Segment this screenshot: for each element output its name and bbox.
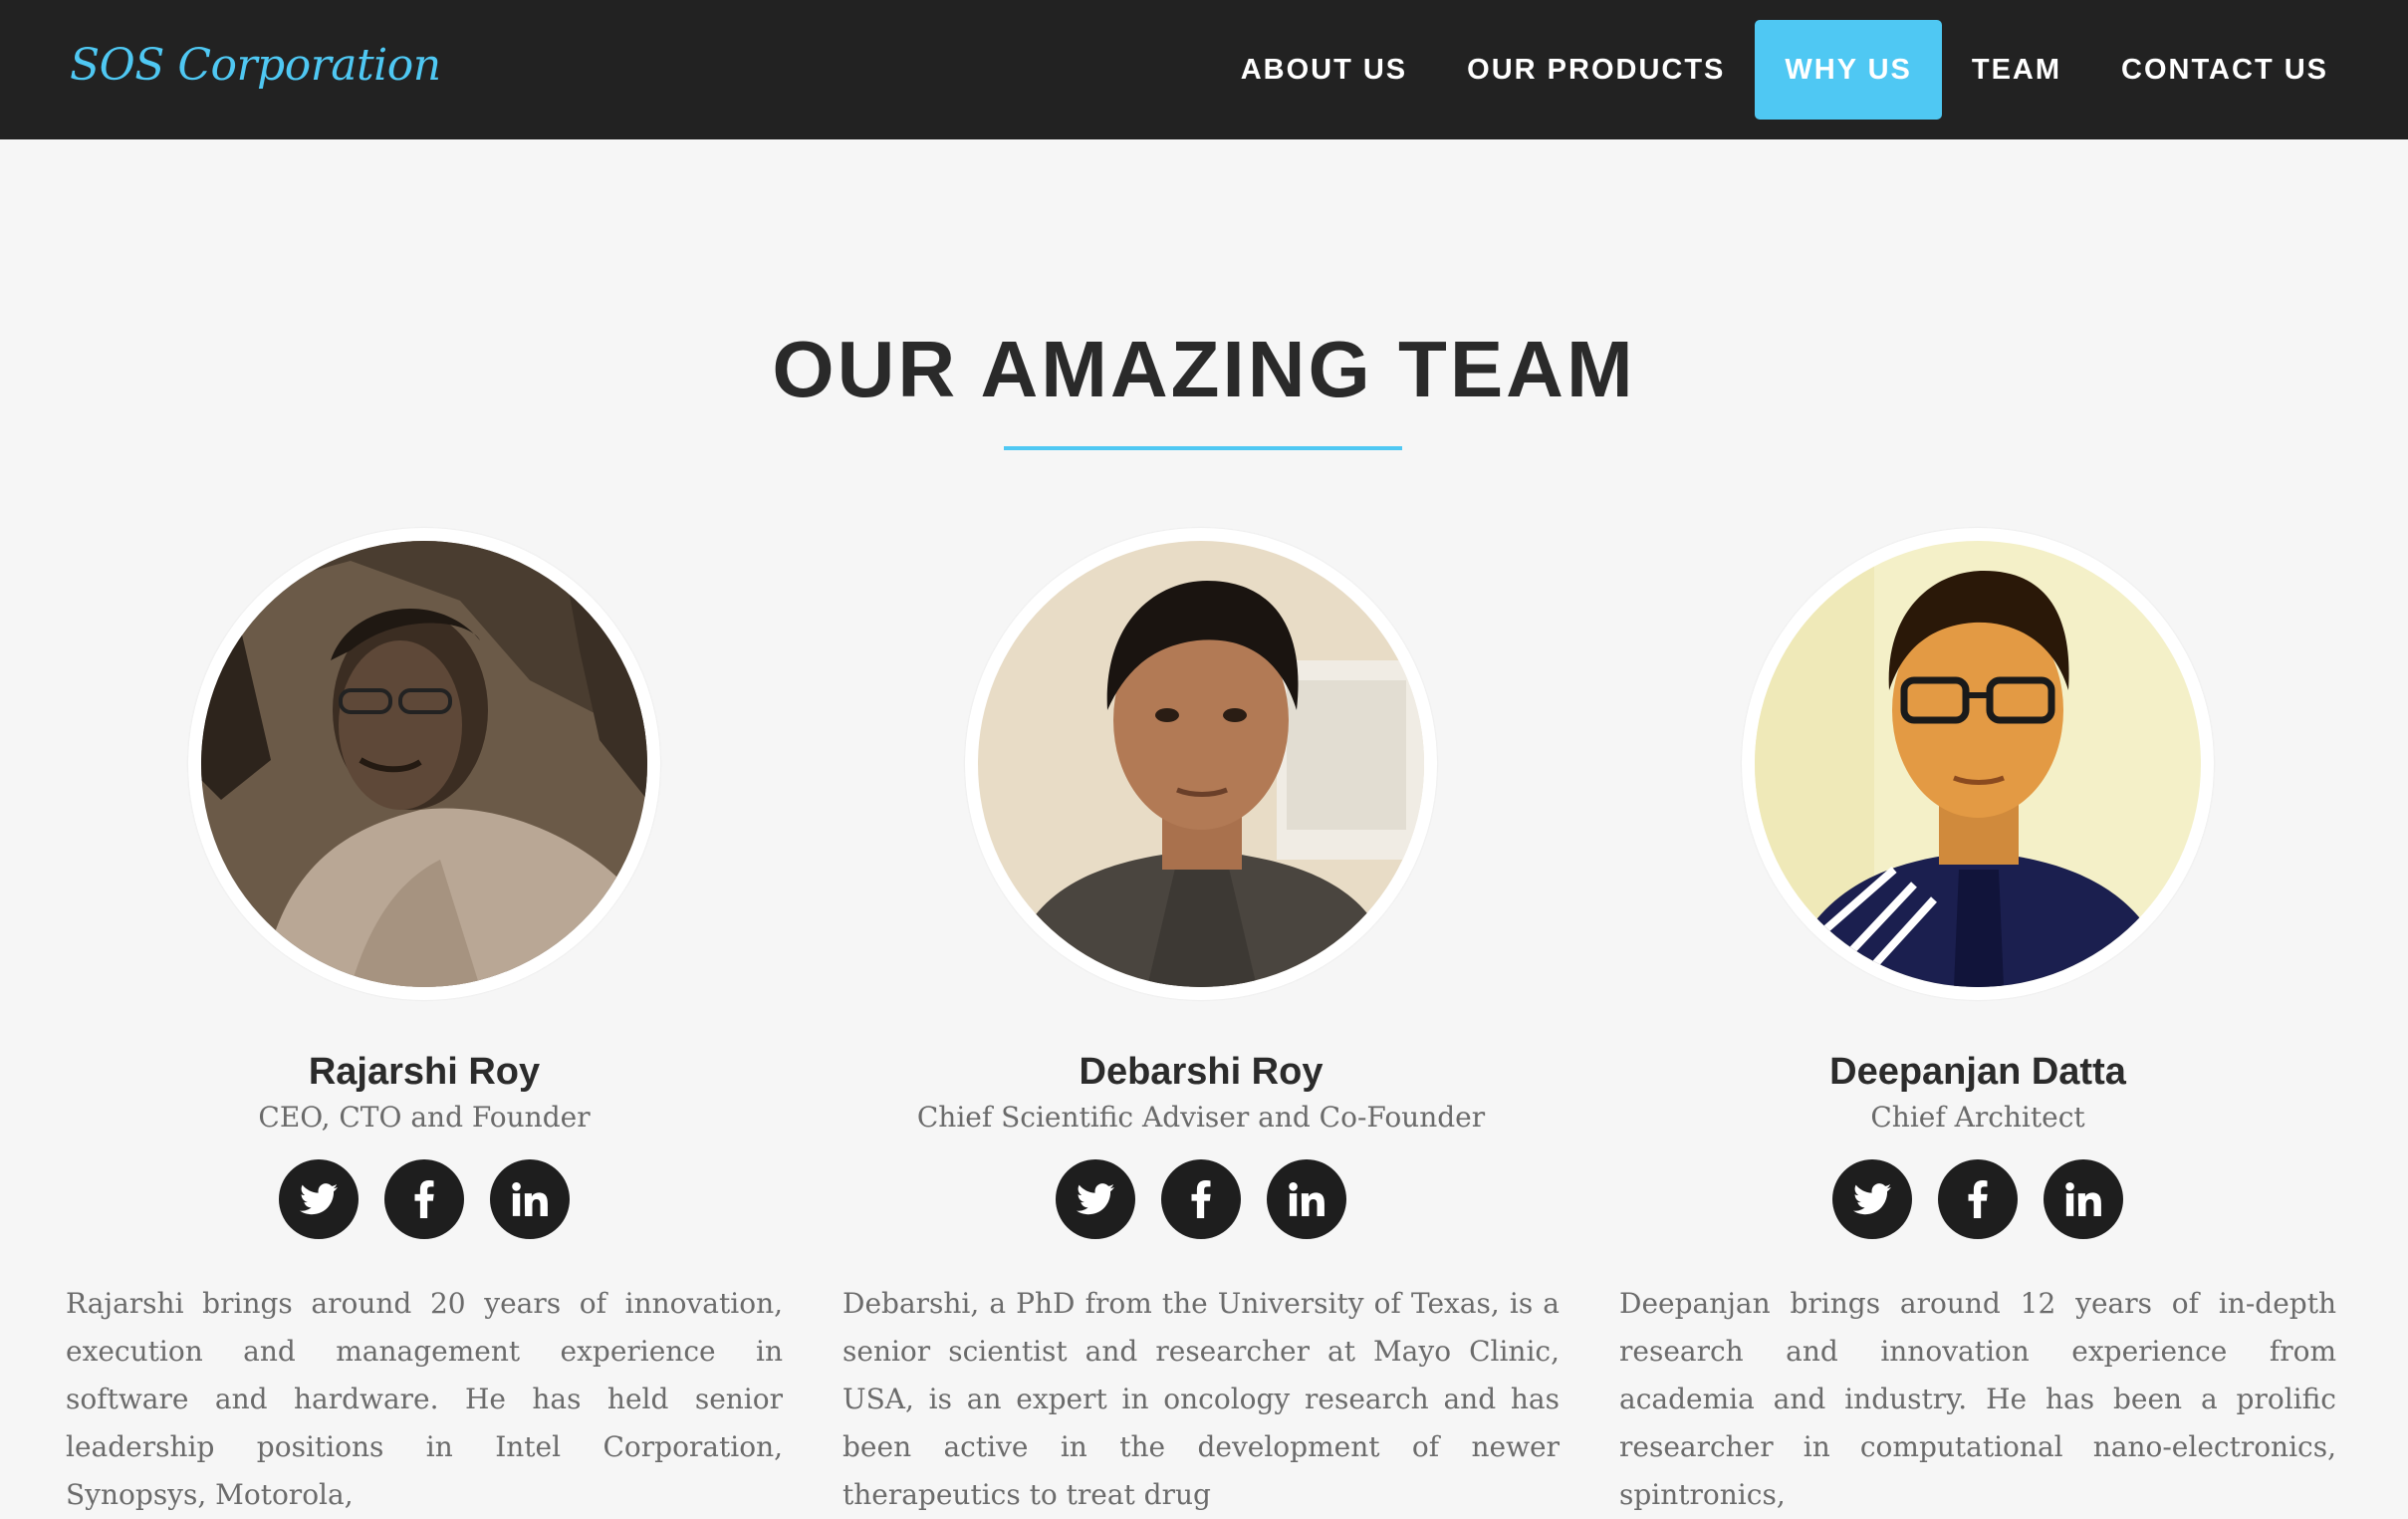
member-bio: Rajarshi brings around 20 years of innov… <box>66 1287 783 1511</box>
nav-our-products[interactable]: OUR PRODUCTS <box>1437 20 1755 120</box>
facebook-icon[interactable] <box>1938 1159 2018 1239</box>
member-role: Chief Architect <box>1870 1101 2085 1134</box>
member-role: CEO, CTO and Founder <box>258 1101 591 1134</box>
social-links <box>66 1159 783 1239</box>
nav-contact-us[interactable]: CONTACT US <box>2091 20 2358 120</box>
section-title: OUR AMAZING TEAM <box>772 325 1636 413</box>
social-links <box>1619 1159 2336 1239</box>
member-photo-rajarshi <box>201 541 647 987</box>
photo-frame <box>965 528 1437 1000</box>
member-name: Debarshi Roy <box>1079 1051 1324 1093</box>
navbar: SOS Corporation ABOUT US OUR PRODUCTS WH… <box>0 0 2408 139</box>
brand-logo[interactable]: SOS Corporation <box>70 40 441 91</box>
main-nav: ABOUT US OUR PRODUCTS WHY US TEAM CONTAC… <box>1211 20 2358 120</box>
linkedin-icon[interactable] <box>1267 1159 1346 1239</box>
member-bio: Debarshi, a PhD from the University of T… <box>843 1287 1560 1511</box>
twitter-icon[interactable] <box>1056 1159 1135 1239</box>
member-bio: Deepanjan brings around 12 years of in-d… <box>1619 1287 2336 1511</box>
member-name: Rajarshi Roy <box>308 1051 541 1093</box>
linkedin-icon[interactable] <box>2044 1159 2123 1239</box>
nav-about-us[interactable]: ABOUT US <box>1211 20 1437 120</box>
facebook-icon[interactable] <box>384 1159 464 1239</box>
social-links <box>843 1159 1560 1239</box>
photo-frame <box>188 528 660 1000</box>
photo-frame <box>1742 528 2214 1000</box>
facebook-icon[interactable] <box>1161 1159 1241 1239</box>
twitter-icon[interactable] <box>279 1159 359 1239</box>
member-name: Deepanjan Datta <box>1829 1051 2126 1093</box>
twitter-icon[interactable] <box>1832 1159 1912 1239</box>
nav-why-us[interactable]: WHY US <box>1755 20 1942 120</box>
member-role: Chief Scientific Adviser and Co-Founder <box>916 1101 1486 1134</box>
title-underline <box>1004 446 1402 450</box>
member-photo-debarshi <box>978 541 1424 987</box>
member-photo-deepanjan <box>1755 541 2201 987</box>
nav-team[interactable]: TEAM <box>1942 20 2091 120</box>
linkedin-icon[interactable] <box>490 1159 570 1239</box>
